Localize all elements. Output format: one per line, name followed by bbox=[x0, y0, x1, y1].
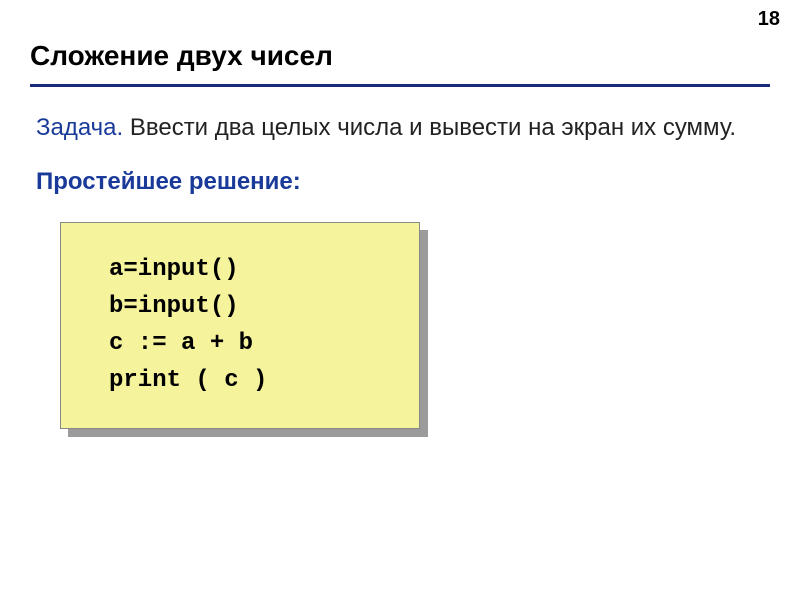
slide-title: Сложение двух чисел bbox=[0, 0, 800, 84]
task-text: Ввести два целых числа и вывести на экра… bbox=[123, 114, 736, 141]
task-label: Задача. bbox=[36, 114, 123, 141]
code-line-4: print ( c ) bbox=[109, 367, 267, 394]
code-box: a=input() b=input() c := a + b print ( c… bbox=[60, 222, 420, 429]
code-line-3: c := a + b bbox=[109, 330, 253, 357]
code-line-2: b=input() bbox=[109, 293, 239, 320]
solution-label: Простейшее решение: bbox=[0, 164, 800, 214]
title-divider bbox=[30, 84, 770, 87]
code-block: a=input() b=input() c := a + b print ( c… bbox=[60, 222, 420, 429]
code-line-1: a=input() bbox=[109, 256, 239, 283]
task-block: Задача. Ввести два целых числа и вывести… bbox=[0, 111, 800, 164]
page-number: 18 bbox=[758, 8, 780, 31]
